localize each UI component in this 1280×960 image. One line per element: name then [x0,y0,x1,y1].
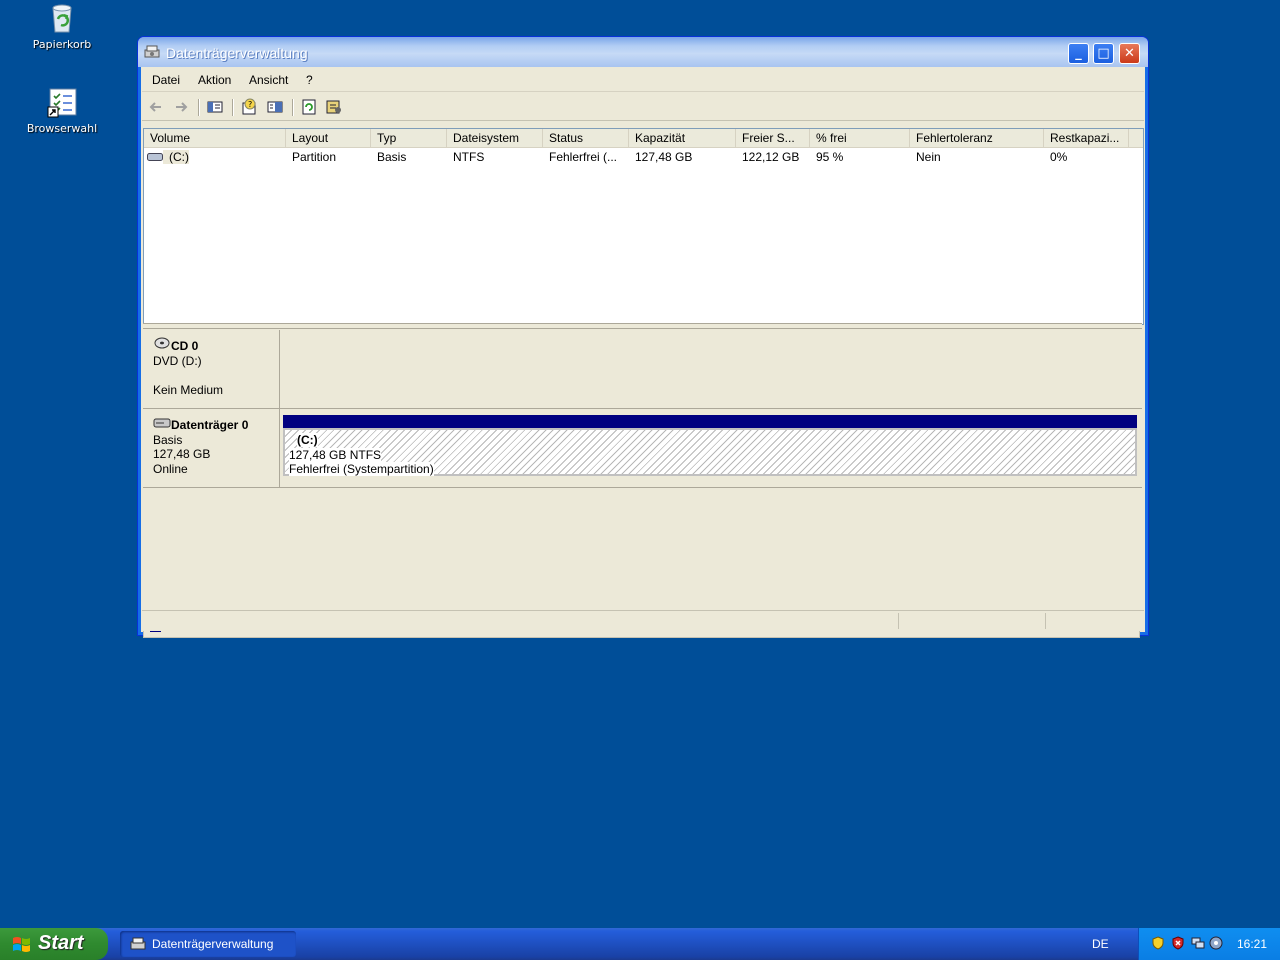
hard-disk-icon [153,418,171,428]
disk-line: Kein Medium [153,383,224,397]
disk-line: Online [153,462,188,476]
toolbar-separator [292,99,294,116]
back-arrow-icon[interactable] [147,98,165,116]
desktop-icon-label: Papierkorb [32,38,92,51]
close-button[interactable]: ✕ [1119,43,1140,64]
taskbar-item-disk-management[interactable]: Datenträgerverwaltung [120,931,296,957]
toolbar: ? [142,94,1144,121]
cell-status: Fehlerfrei (... [549,150,618,164]
start-button[interactable]: Start [0,928,108,960]
disk-management-icon [144,45,160,58]
maximize-icon: □ [1097,46,1110,61]
partition-c[interactable]: (C:) 127,48 GB NTFS Fehlerfrei (Systempa… [283,415,1137,476]
cell-volume: (C:) [163,150,189,164]
column-header-status[interactable]: Status [543,129,629,147]
maximize-button[interactable]: □ [1093,43,1114,64]
column-header-layout[interactable]: Layout [286,129,371,147]
taskbar: Start Datenträgerverwaltung DE 16:21 [0,928,1280,960]
browser-choice-icon [46,86,78,118]
disk-management-window: Datenträgerverwaltung _ □ ✕ Datei Aktion… [137,36,1149,638]
refresh-icon[interactable] [300,98,318,116]
menu-bar: Datei Aktion Ansicht ? [142,69,1144,92]
column-header-freier-speicher[interactable]: Freier S... [736,129,810,147]
title-bar[interactable]: Datenträgerverwaltung _ □ ✕ [138,37,1148,67]
disk-management-icon [130,937,146,950]
column-header-prozent-frei[interactable]: % frei [810,129,910,147]
disk-line: 127,48 GB [153,447,211,461]
disk-label-disk0[interactable]: Datenträger 0 Basis 127,48 GB Online [143,409,280,488]
desktop-icon-recycle-bin[interactable]: Papierkorb [17,2,107,51]
taskbar-item-label: Datenträgerverwaltung [152,937,274,951]
partition-color-bar [283,415,1137,428]
minimize-icon: _ [1075,46,1082,61]
minimize-button[interactable]: _ [1068,43,1089,64]
svg-text:?: ? [248,100,252,109]
toolbar-separator [232,99,234,116]
menu-ansicht[interactable]: Ansicht [249,73,288,87]
close-icon: ✕ [1124,46,1135,61]
security-alert-icon[interactable] [1171,936,1185,950]
cell-fehlertoleranz: Nein [916,150,941,164]
cell-kapazitaet: 127,48 GB [635,150,693,164]
partition-size: 127,48 GB NTFS [289,448,382,462]
clock[interactable]: 16:21 [1237,937,1267,951]
pane-splitter[interactable] [143,323,1142,329]
table-row[interactable]: (C:) Partition Basis NTFS Fehlerfrei (..… [144,150,1143,166]
network-icon[interactable] [1191,936,1205,950]
show-console-tree-icon[interactable] [206,98,224,116]
partition-status: Fehlerfrei (Systempartition) [289,462,434,476]
security-shield-icon[interactable] [1151,936,1165,950]
column-header-row: Volume Layout Typ Dateisystem Status Kap… [144,129,1143,148]
forward-arrow-icon[interactable] [172,98,190,116]
cell-typ: Basis [377,150,407,164]
disk-label-cd0[interactable]: CD 0 DVD (D:) Kein Medium [143,330,280,409]
cell-layout: Partition [292,150,337,164]
help-icon[interactable]: ? [240,98,258,116]
volume-list: Volume Layout Typ Dateisystem Status Kap… [143,128,1144,325]
column-header-dateisystem[interactable]: Dateisystem [447,129,543,147]
disk-line: Basis [153,433,183,447]
column-header-typ[interactable]: Typ [371,129,447,147]
disk-graphical-view: CD 0 DVD (D:) Kein Medium Datenträger 0 … [143,330,1142,608]
partition-body: (C:) 127,48 GB NTFS Fehlerfrei (Systempa… [283,428,1137,476]
window-title: Datenträgerverwaltung [166,45,308,61]
status-cell [898,613,899,629]
column-header-fehlertoleranz[interactable]: Fehlertoleranz [910,129,1044,147]
column-header-volume[interactable]: Volume [144,129,286,147]
desktop-icon-browser-choice[interactable]: Browserwahl [17,86,107,135]
windows-logo-icon [13,937,30,952]
disk-title: CD 0 [171,339,199,353]
system-tray: 16:21 [1138,928,1280,960]
rescan-disks-icon[interactable] [325,98,343,116]
column-header-restkapazitaet[interactable]: Restkapazi... [1044,129,1129,147]
cell-freier-speicher: 122,12 GB [742,150,800,164]
language-indicator[interactable]: DE [1092,937,1109,951]
disk-area-cd0[interactable] [280,330,1142,409]
desktop-icon-label: Browserwahl [26,122,98,135]
drive-icon [147,153,163,161]
volume-icon[interactable] [1209,936,1223,950]
partition-name: (C:) [297,433,318,447]
cell-restkapazitaet: 0% [1050,150,1068,164]
cd-drive-icon [154,337,170,349]
status-cell [1045,613,1046,629]
menu-aktion[interactable]: Aktion [198,73,231,87]
recycle-bin-icon [46,2,78,34]
menu-help[interactable]: ? [306,73,313,87]
menu-datei[interactable]: Datei [152,73,180,87]
toolbar-separator [198,99,200,116]
disk-line: DVD (D:) [153,354,202,368]
properties-icon[interactable] [266,98,284,116]
disk-title: Datenträger 0 [171,418,249,432]
status-bar [142,610,1144,631]
cell-dateisystem: NTFS [453,150,485,164]
cell-prozent-frei: 95 % [816,150,844,164]
column-header-kapazitaet[interactable]: Kapazität [629,129,736,147]
start-label: Start [38,932,84,954]
